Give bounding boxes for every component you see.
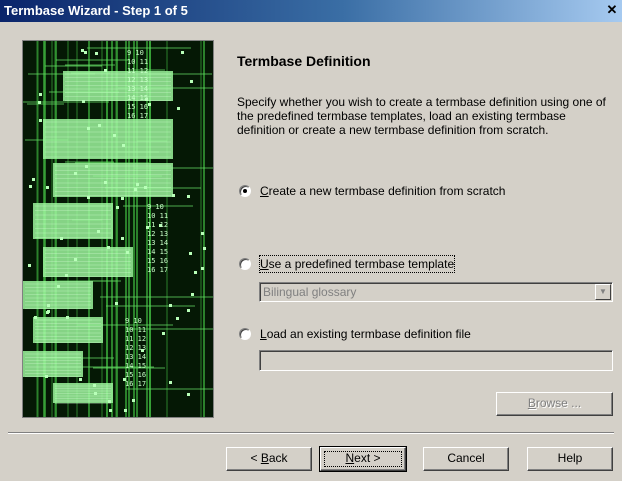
svg-text:11 12: 11 12 — [125, 335, 146, 343]
radio-use-template-label[interactable]: Use a predefined termbase template — [258, 255, 456, 273]
svg-text:9 10: 9 10 — [147, 203, 164, 211]
svg-text:16 17: 16 17 — [147, 266, 168, 274]
svg-text:12 13: 12 13 — [125, 344, 146, 352]
svg-text:15 16: 15 16 — [147, 257, 168, 265]
svg-text:10 11: 10 11 — [127, 58, 148, 66]
svg-text:14 15: 14 15 — [127, 94, 148, 102]
svg-text:11 12: 11 12 — [127, 67, 148, 75]
circuit-board-image: 9 10 10 11 11 12 12 13 13 14 14 15 15 16 16 17 9… — [22, 40, 214, 418]
window-title: Termbase Wizard - Step 1 of 5 — [4, 3, 188, 18]
svg-text:16 17: 16 17 — [127, 112, 148, 120]
radio-load-existing-label[interactable]: Load an existing termbase definition fil… — [260, 326, 471, 342]
svg-text:9 10: 9 10 — [125, 317, 142, 325]
svg-text:9 10: 9 10 — [127, 49, 144, 57]
radio-use-template-indicator[interactable] — [239, 258, 251, 270]
svg-text:13 14: 13 14 — [127, 85, 148, 93]
page-description: Specify whether you wish to create a ter… — [237, 95, 606, 137]
svg-text:15 16: 15 16 — [125, 371, 146, 379]
radio-create-new-indicator[interactable] — [239, 185, 251, 197]
radio-load-existing[interactable]: Load an existing termbase definition fil… — [239, 326, 509, 342]
radio-create-new-label[interactable]: Create a new termbase definition from sc… — [260, 183, 505, 199]
help-button[interactable]: Help — [527, 447, 613, 471]
next-button[interactable]: Next > — [319, 446, 407, 472]
wizard-window: Termbase Wizard - Step 1 of 5 ✕ 9 10 10 1… — [0, 0, 622, 481]
footer-separator — [8, 432, 614, 434]
chevron-down-icon[interactable]: ▼ — [595, 284, 611, 300]
title-bar[interactable]: Termbase Wizard - Step 1 of 5 ✕ — [0, 0, 622, 22]
svg-text:12 13: 12 13 — [127, 76, 148, 84]
focus-ring — [324, 451, 402, 467]
back-button[interactable]: < Back — [226, 447, 312, 471]
svg-text:11 12: 11 12 — [147, 221, 168, 229]
svg-text:14 15: 14 15 — [147, 248, 168, 256]
cancel-button[interactable]: Cancel — [423, 447, 509, 471]
svg-text:10 11: 10 11 — [147, 212, 168, 220]
file-path-input[interactable] — [259, 350, 613, 371]
template-dropdown[interactable]: Bilingual glossary ▼ — [259, 282, 613, 302]
radio-load-existing-indicator[interactable] — [239, 328, 251, 340]
page-title: Termbase Definition — [237, 53, 371, 69]
circuit-board-illustration: 9 1010 1111 1212 1313 1414 1515 1616 179… — [23, 41, 213, 417]
template-dropdown-value: Bilingual glossary — [263, 285, 357, 299]
svg-text:15 16: 15 16 — [127, 103, 148, 111]
svg-text:14 15: 14 15 — [125, 362, 146, 370]
svg-text:10 11: 10 11 — [125, 326, 146, 334]
radio-use-template[interactable]: Use a predefined termbase template — [239, 255, 499, 273]
browse-button[interactable]: Browse ... — [496, 392, 613, 416]
radio-create-new[interactable]: Create a new termbase definition from sc… — [239, 183, 559, 199]
svg-text:13 14: 13 14 — [125, 353, 146, 361]
svg-text:12 13: 12 13 — [147, 230, 168, 238]
svg-text:13 14: 13 14 — [147, 239, 168, 247]
svg-text:16 17: 16 17 — [125, 380, 146, 388]
close-icon[interactable]: ✕ — [604, 2, 620, 18]
